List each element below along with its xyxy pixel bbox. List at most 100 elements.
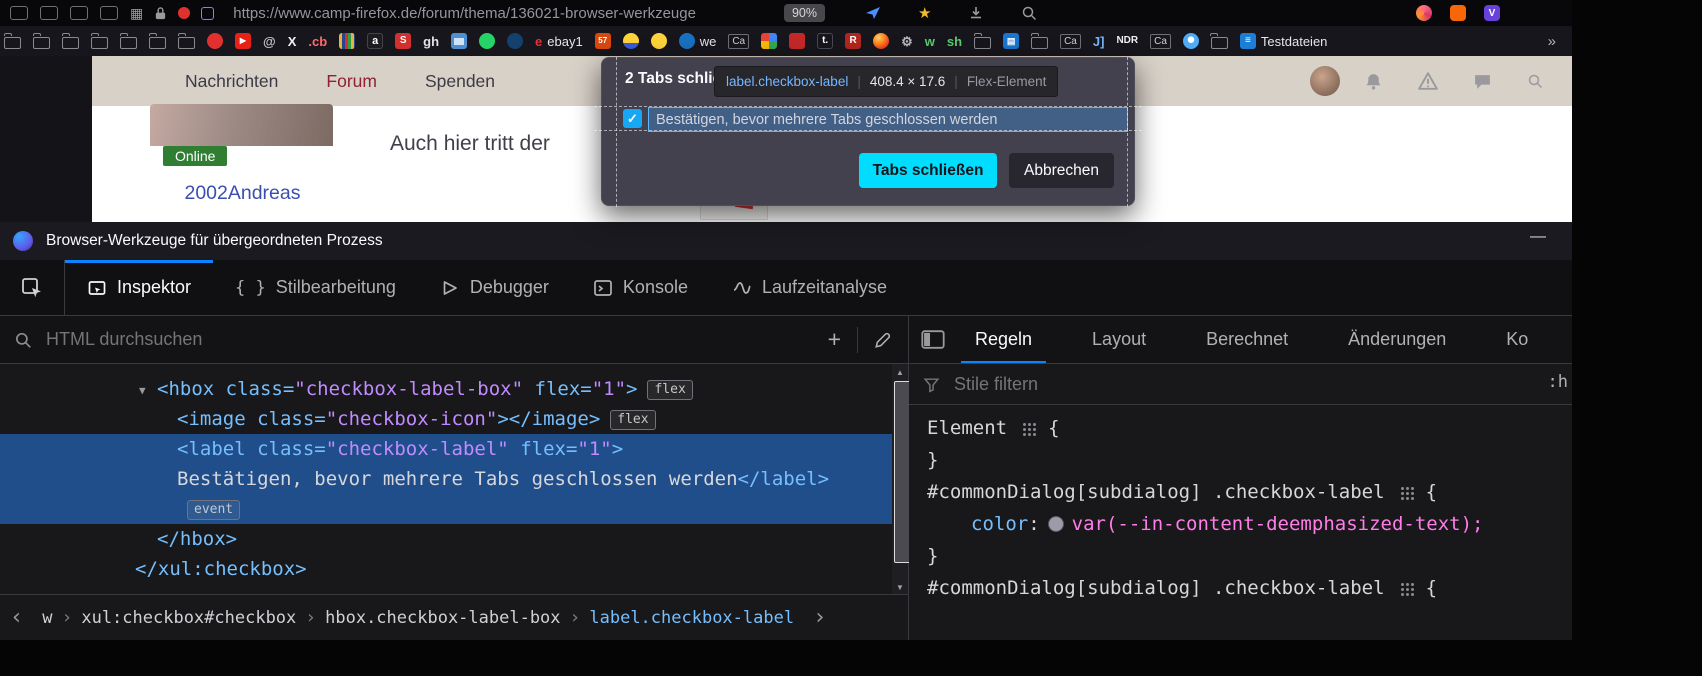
nav-item-nachrichten[interactable]: Nachrichten [185,71,278,92]
close-tabs-button[interactable]: Tabs schließen [859,153,997,188]
css-property-value[interactable]: var(--in-content-deemphasized-text); [1072,508,1484,540]
bookmark-item[interactable] [789,33,805,49]
style-filter-input[interactable] [952,373,1572,396]
css-declaration[interactable]: color:var(--in-content-deemphasized-text… [909,508,1572,540]
tab-outline-icon[interactable] [70,6,88,20]
breadcrumb-scroll-right-icon[interactable]: › [803,605,836,630]
bookmark-item[interactable]: sh [947,35,962,48]
bookmark-folder-icon[interactable] [1211,37,1228,49]
bookmark-star-icon[interactable]: ★ [918,4,931,22]
tab-debugger[interactable]: Debugger [418,260,571,315]
grid-icon[interactable]: ▦ [130,5,143,22]
bookmark-item[interactable]: ▤ [1003,33,1019,49]
warning-icon[interactable] [1418,72,1438,90]
bookmark-item[interactable] [207,33,223,49]
bookmark-item[interactable]: ▶ [235,33,251,49]
breadcrumb-scroll-left-icon[interactable]: ‹ [0,605,33,630]
markup-node[interactable]: ▼<hbox class="checkbox-label-box" flex="… [0,374,892,404]
sidebar-tab-layout[interactable]: Layout [1062,316,1176,363]
checkbox-label[interactable]: Bestätigen, bevor mehrere Tabs geschloss… [649,112,998,128]
url-text[interactable]: https://www.camp-firefox.de/forum/thema/… [233,5,696,22]
user-avatar-image[interactable] [150,104,333,146]
bookmark-item[interactable]: Ca [728,34,749,49]
bookmark-item[interactable]: we [679,33,717,49]
bookmark-item[interactable] [623,33,639,49]
bookmark-item[interactable] [479,33,495,49]
bookmark-item[interactable]: .cb [308,35,327,48]
bookmark-folder-icon[interactable] [974,37,991,49]
send-icon[interactable] [865,5,881,21]
css-rule-selector[interactable]: Element{ [909,412,1572,444]
bell-icon[interactable] [1364,72,1383,91]
bookmark-folder-icon[interactable] [62,37,79,49]
bookmark-item[interactable] [149,33,166,49]
tab-laufzeitanalyse[interactable]: Laufzeitanalyse [710,260,909,315]
bookmark-folder-icon[interactable] [149,37,166,49]
bookmark-item[interactable]: R [845,33,861,49]
bookmark-item[interactable] [178,33,195,49]
sidebar-tab-berechnet[interactable]: Berechnet [1176,316,1318,363]
bookmark-folder-icon[interactable] [120,37,137,49]
markup-node[interactable]: </hbox> [0,524,892,554]
markup-node[interactable]: <label class="checkbox-label" flex="1"> [0,434,892,464]
color-swatch[interactable] [1048,516,1064,532]
markup-scrollbar[interactable]: ▲ ▼ [892,364,908,595]
markup-node[interactable]: </xul:checkbox> [0,554,892,584]
container-icon[interactable] [201,7,214,20]
bookmark-item[interactable]: t. [817,33,833,49]
tab-outline-icon[interactable] [10,6,28,20]
bookmark-item[interactable] [451,33,467,49]
bookmark-item[interactable] [1211,33,1228,49]
scrollbar-up-icon[interactable]: ▲ [892,364,908,380]
tab-konsole[interactable]: Konsole [571,260,710,315]
css-rule-selector[interactable]: #commonDialog[subdialog] .checkbox-label… [909,572,1572,604]
tab-inspektor[interactable]: Inspektor [65,260,213,315]
nav-item-spenden[interactable]: Spenden [425,71,495,92]
css-property-name[interactable]: color [971,508,1028,540]
pseudo-class-toggle[interactable]: :h [1548,372,1568,392]
markup-node[interactable]: <image class="checkbox-icon"></image>fle… [0,404,892,434]
tab-stilbearbeitung[interactable]: { }Stilbearbeitung [213,260,418,315]
record-icon[interactable] [178,7,190,19]
bookmark-item[interactable] [651,33,667,49]
rule-dots-icon[interactable] [1399,581,1414,596]
bookmark-item[interactable] [4,33,21,49]
bookmark-item[interactable] [974,33,991,49]
bookmark-item[interactable] [33,33,50,49]
bookmark-item[interactable] [873,33,889,49]
tab-outline-icon[interactable] [100,6,118,20]
bookmark-item[interactable]: gh [423,35,439,48]
avatar[interactable] [1310,66,1340,96]
pinwheel-icon[interactable] [1416,5,1432,21]
scrollbar-down-icon[interactable]: ▼ [892,579,908,595]
download-icon[interactable] [968,5,984,21]
bookmark-item[interactable]: S [395,33,411,49]
bookmark-item[interactable]: a [367,33,383,49]
tab-outline-icon[interactable] [40,6,58,20]
bookmark-item[interactable] [761,33,777,49]
bookmark-item[interactable]: ⚙ [901,35,913,48]
markup-node[interactable]: Bestätigen, bevor mehrere Tabs geschloss… [0,464,892,494]
bookmark-item[interactable] [1183,33,1199,49]
sidebar-tab-regeln[interactable]: Regeln [945,316,1062,363]
markup-badge-flex[interactable]: flex [647,380,692,400]
css-rule-selector[interactable]: #commonDialog[subdialog] .checkbox-label… [909,476,1572,508]
bookmark-item[interactable] [339,33,355,49]
rule-dots-icon[interactable] [1021,421,1036,436]
element-picker-button[interactable] [0,260,65,315]
minimize-button[interactable]: — [1530,228,1546,246]
chat-icon[interactable] [1473,73,1492,90]
eyedropper-icon[interactable] [874,331,892,349]
nav-item-forum[interactable]: Forum [326,71,377,92]
rule-dots-icon[interactable] [1399,485,1414,500]
bookmark-item[interactable] [62,33,79,49]
bookmark-item[interactable] [91,33,108,49]
bookmark-item[interactable]: NDR [1116,36,1138,46]
bookmark-item[interactable]: X [288,35,297,48]
bookmark-folder-icon[interactable] [91,37,108,49]
bookmark-folder-icon[interactable] [4,37,21,49]
vivaldi-icon[interactable]: V [1484,5,1500,21]
bookmark-item[interactable]: 57 [595,33,611,49]
html-search-input[interactable] [44,328,812,351]
bookmark-item[interactable]: ≡Testdateien [1240,33,1328,49]
